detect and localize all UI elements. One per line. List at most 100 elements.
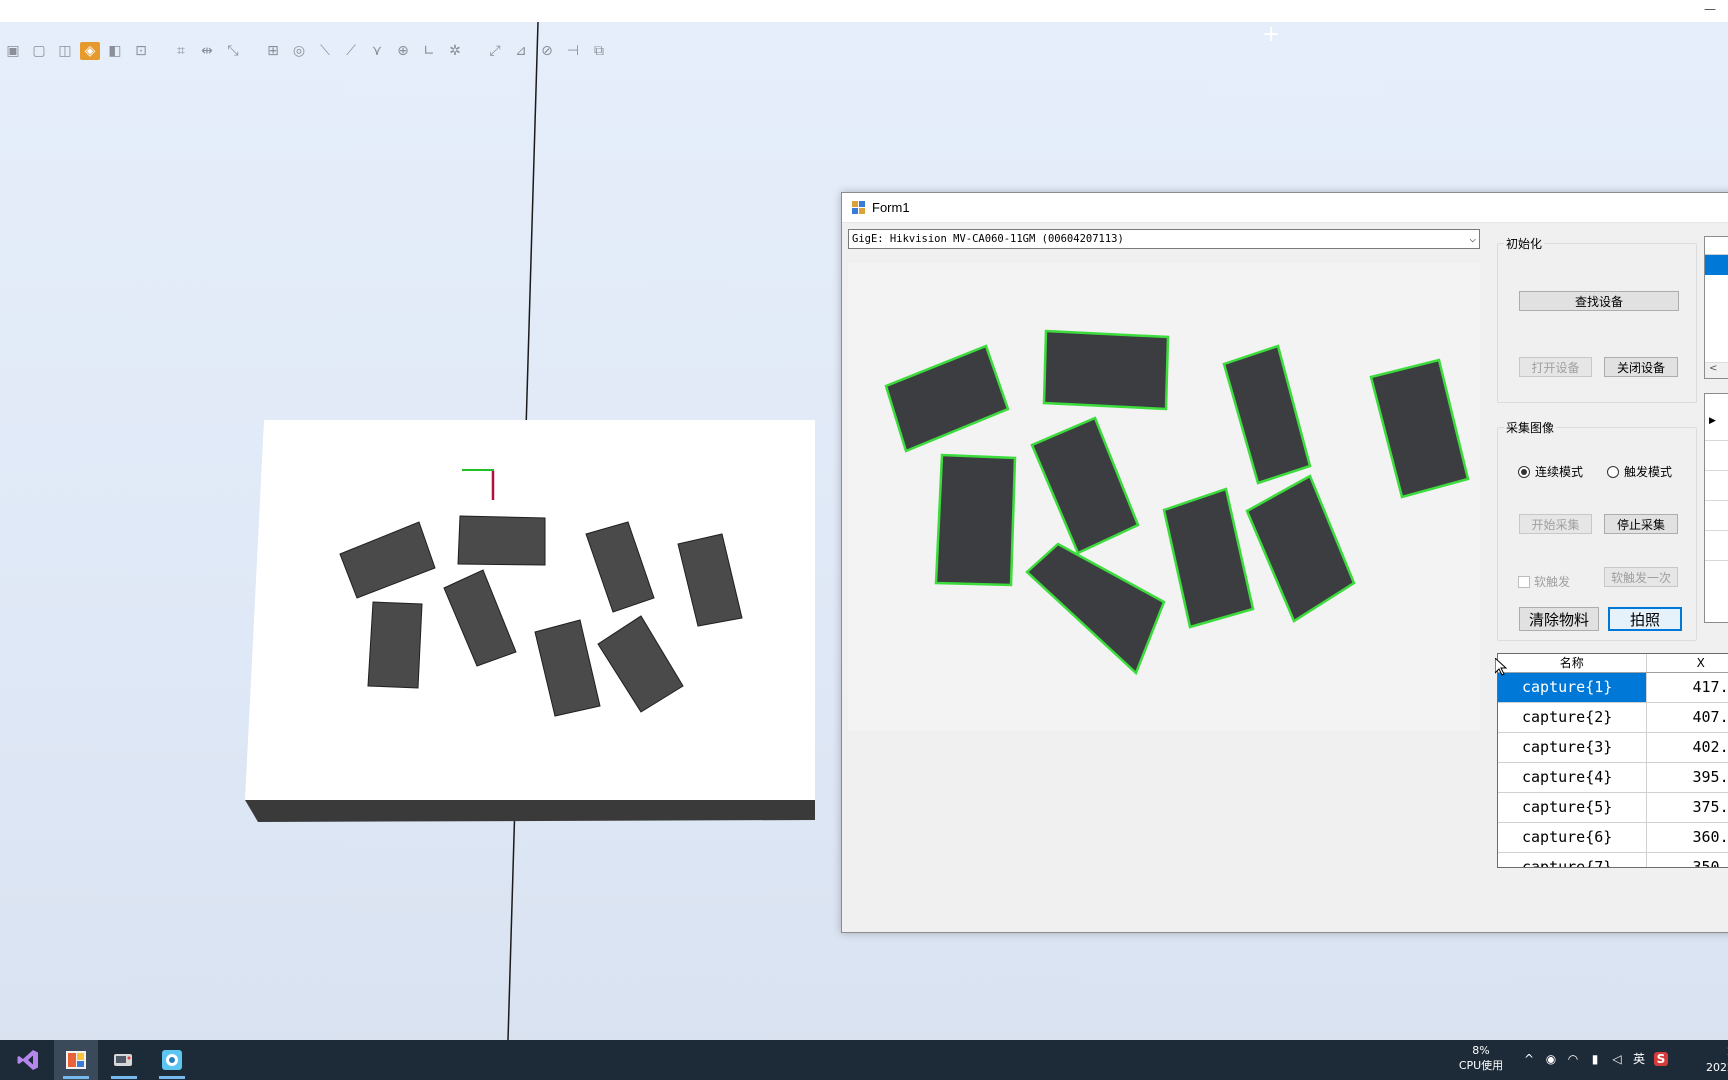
gear-axis-icon[interactable]: ✲ xyxy=(444,41,466,61)
cell-x[interactable]: 395.57 xyxy=(1646,762,1728,793)
wifi-icon[interactable]: ◠ xyxy=(1566,1052,1580,1066)
cell-name[interactable]: capture{7} xyxy=(1498,852,1647,867)
chevron-down-icon[interactable]: ⌵ xyxy=(1469,230,1476,248)
start-capture-button[interactable]: 开始采集 xyxy=(1519,514,1592,534)
cell-x[interactable]: 350.73 xyxy=(1646,852,1728,867)
side-list-hscroll[interactable]: < xyxy=(1705,362,1728,378)
device-combobox[interactable]: GigE: Hikvision MV-CA060-11GM (006042071… xyxy=(848,229,1480,249)
snap-icon[interactable]: ⌗ xyxy=(170,41,192,61)
chevron-up-icon[interactable]: ^ xyxy=(1522,1052,1536,1066)
device-combobox-value: GigE: Hikvision MV-CA060-11GM (006042071… xyxy=(852,233,1124,245)
crosshair-icon: + xyxy=(1262,22,1281,47)
block-3d xyxy=(457,515,546,566)
side-datagrid[interactable]: ▶ xyxy=(1704,393,1728,623)
minimize-icon[interactable]: — xyxy=(1704,2,1716,16)
cell-x[interactable]: 407.56 xyxy=(1646,702,1728,733)
open-device-button[interactable]: 打开设备 xyxy=(1519,357,1592,377)
axis-icon[interactable]: ∟ xyxy=(418,41,440,61)
pointer-icon[interactable]: ⤢ xyxy=(484,41,506,61)
table-row[interactable]: capture{6} 360.92 xyxy=(1498,822,1728,853)
soft-trigger-once-button[interactable]: 软触发一次 xyxy=(1604,567,1678,587)
clear-material-button[interactable]: 清除物料 xyxy=(1519,607,1599,631)
frame-all-icon[interactable]: ▣ xyxy=(2,41,24,61)
rotate-icon[interactable]: ⤡ xyxy=(222,41,244,61)
capture-group-title: 采集图像 xyxy=(1504,419,1557,436)
microphone-icon[interactable]: ▮ xyxy=(1588,1052,1602,1066)
cell-name[interactable]: capture{6} xyxy=(1498,822,1647,853)
taskbar-clock[interactable]: 2 2022 xyxy=(1694,1044,1728,1076)
trigger-mode-label: 触发模式 xyxy=(1624,465,1673,479)
grid-icon[interactable]: ⊞ xyxy=(262,41,284,61)
qq-icon[interactable]: ◉ xyxy=(1544,1052,1558,1066)
cell-x[interactable]: 375.29 xyxy=(1646,792,1728,823)
close-device-button[interactable]: 关闭设备 xyxy=(1604,357,1678,377)
cell-name[interactable]: capture{2} xyxy=(1498,702,1647,733)
cell-name[interactable]: capture{3} xyxy=(1498,732,1647,763)
cell-x[interactable]: 417.24 xyxy=(1646,672,1728,703)
visual-studio-icon[interactable] xyxy=(6,1040,50,1080)
mouse-cursor-icon xyxy=(1495,658,1507,676)
table-row[interactable]: capture{3} 402.25 xyxy=(1498,732,1728,763)
table-row[interactable]: capture{2} 407.56 xyxy=(1498,702,1728,733)
wps-icon[interactable]: S xyxy=(1654,1051,1668,1066)
grid-header-x[interactable]: X xyxy=(1646,654,1728,673)
table-row[interactable]: capture{4} 395.57 xyxy=(1498,762,1728,793)
table-row[interactable]: capture{5} 375.29 xyxy=(1498,792,1728,823)
cell-name[interactable]: capture{5} xyxy=(1498,792,1647,823)
volume-icon[interactable]: ◁ xyxy=(1610,1052,1624,1066)
cpu-label: CPU使用 xyxy=(1458,1059,1504,1072)
link-icon[interactable]: ⊣ xyxy=(562,41,584,61)
soft-trigger-checkbox[interactable]: 软触发 xyxy=(1518,573,1570,590)
take-photo-button[interactable]: 拍照 xyxy=(1608,607,1682,631)
line2-icon[interactable]: ⟋ xyxy=(340,41,362,61)
sphere-icon[interactable]: ⊘ xyxy=(536,41,558,61)
soft-trigger-label: 软触发 xyxy=(1534,575,1571,589)
grid-line xyxy=(1705,500,1728,501)
zoom-box-icon[interactable]: ◫ xyxy=(54,41,76,61)
grid-line xyxy=(1705,470,1728,471)
init-groupbox: 初始化 xyxy=(1497,235,1697,403)
cell-name[interactable]: capture{1} xyxy=(1498,672,1647,703)
continuous-mode-radio[interactable]: 连续模式 xyxy=(1518,463,1583,480)
window-icon[interactable]: ⧉ xyxy=(588,41,610,61)
cell-name[interactable]: capture{4} xyxy=(1498,762,1647,793)
row-pointer-icon: ▶ xyxy=(1709,416,1716,426)
block-3d xyxy=(367,601,423,689)
side-list-selected-item[interactable] xyxy=(1705,255,1728,275)
trigger-mode-radio[interactable]: 触发模式 xyxy=(1607,463,1672,480)
render-mode-icon[interactable]: ◈ xyxy=(80,42,100,60)
cell-x[interactable]: 360.92 xyxy=(1646,822,1728,853)
radio-dot xyxy=(1607,465,1619,478)
table-row[interactable]: capture{1} 417.24 xyxy=(1498,672,1728,703)
side-listbox[interactable]: < xyxy=(1704,236,1728,379)
clock-date: 2022 xyxy=(1706,1061,1728,1074)
measure-icon[interactable]: ⇹ xyxy=(196,41,218,61)
grid-line xyxy=(1705,530,1728,531)
stop-capture-button[interactable]: 停止采集 xyxy=(1604,514,1678,534)
find-device-button[interactable]: 查找设备 xyxy=(1519,291,1679,311)
window-top-strip: — xyxy=(0,0,1728,22)
select-mode-icon[interactable]: ⊡ xyxy=(130,41,152,61)
vision-app-icon[interactable] xyxy=(150,1040,194,1080)
cell-x[interactable]: 402.25 xyxy=(1646,732,1728,763)
cpu-usage[interactable]: 8% CPU使用 xyxy=(1454,1043,1508,1073)
table-edge xyxy=(245,800,815,822)
grid-line xyxy=(1705,440,1728,441)
form1-titlebar[interactable]: Form1 xyxy=(842,193,1728,223)
target-icon[interactable]: ◎ xyxy=(288,41,310,61)
curve-icon[interactable]: ⊿ xyxy=(510,41,532,61)
line-icon[interactable]: ⟍ xyxy=(314,41,336,61)
view-icon[interactable]: ◧ xyxy=(104,41,126,61)
camera-app-icon[interactable] xyxy=(102,1040,146,1080)
ime-indicator[interactable]: 英 xyxy=(1632,1050,1646,1067)
form1-window: Form1 GigE: Hikvision MV-CA060-11GM (006… xyxy=(841,192,1728,933)
circle-icon[interactable]: ⊕ xyxy=(392,41,414,61)
robotstudio-icon[interactable] xyxy=(54,1040,98,1080)
grid-line xyxy=(1705,560,1728,561)
camera-image-view[interactable] xyxy=(848,263,1480,731)
capture-results-grid[interactable]: 名称 X capture{1} 417.24 capture{2} 407.56… xyxy=(1497,653,1728,868)
grid-header-name[interactable]: 名称 xyxy=(1498,654,1647,673)
edge-icon[interactable]: ⋎ xyxy=(366,41,388,61)
frame-select-icon[interactable]: ▢ xyxy=(28,41,50,61)
table-row[interactable]: capture{7} 350.73 xyxy=(1498,852,1728,867)
